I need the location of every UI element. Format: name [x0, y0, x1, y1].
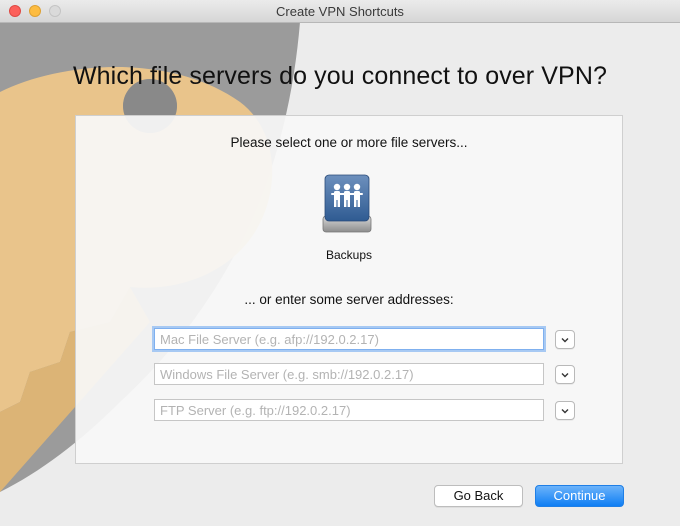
mac-server-history-dropdown[interactable] — [555, 330, 575, 349]
windows-server-address-input[interactable] — [154, 363, 544, 385]
page-heading: Which file servers do you connect to ove… — [72, 62, 607, 90]
vpn-shortcuts-window: Create VPN Shortcuts Which file servers … — [0, 0, 680, 526]
mac-server-address-input[interactable] — [154, 328, 544, 350]
go-back-button[interactable]: Go Back — [434, 485, 523, 507]
window-title: Create VPN Shortcuts — [276, 4, 404, 19]
select-servers-prompt: Please select one or more file servers..… — [230, 135, 468, 150]
chevron-down-icon — [561, 337, 569, 342]
chevron-down-icon — [561, 372, 569, 377]
enter-addresses-prompt: ... or enter some server addresses: — [244, 292, 454, 307]
ftp-server-history-dropdown[interactable] — [555, 401, 575, 420]
ftp-server-address-input[interactable] — [154, 399, 544, 421]
continue-button[interactable]: Continue — [535, 485, 624, 507]
network-server-icon[interactable] — [318, 172, 376, 236]
server-name-label: Backups — [325, 248, 373, 262]
server-selection-panel: Please select one or more file servers..… — [75, 115, 623, 464]
title-bar: Create VPN Shortcuts — [0, 0, 680, 23]
windows-server-history-dropdown[interactable] — [555, 365, 575, 384]
chevron-down-icon — [561, 408, 569, 413]
